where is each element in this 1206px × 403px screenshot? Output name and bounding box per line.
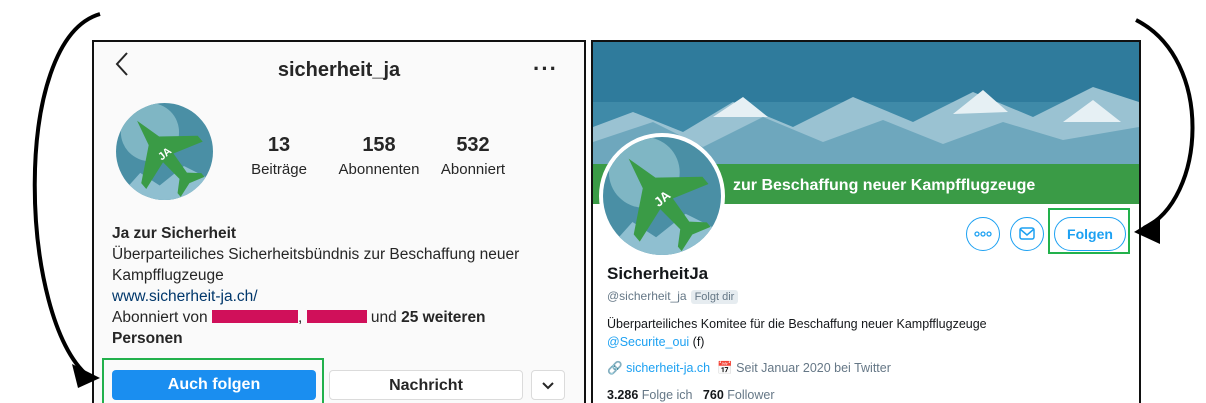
arrowhead-left	[72, 364, 100, 388]
curved-arrow-left	[32, 12, 101, 378]
curved-arrow-right	[1135, 18, 1195, 230]
annotation-arrows	[32, 12, 1195, 388]
arrowhead-right	[1134, 216, 1160, 244]
